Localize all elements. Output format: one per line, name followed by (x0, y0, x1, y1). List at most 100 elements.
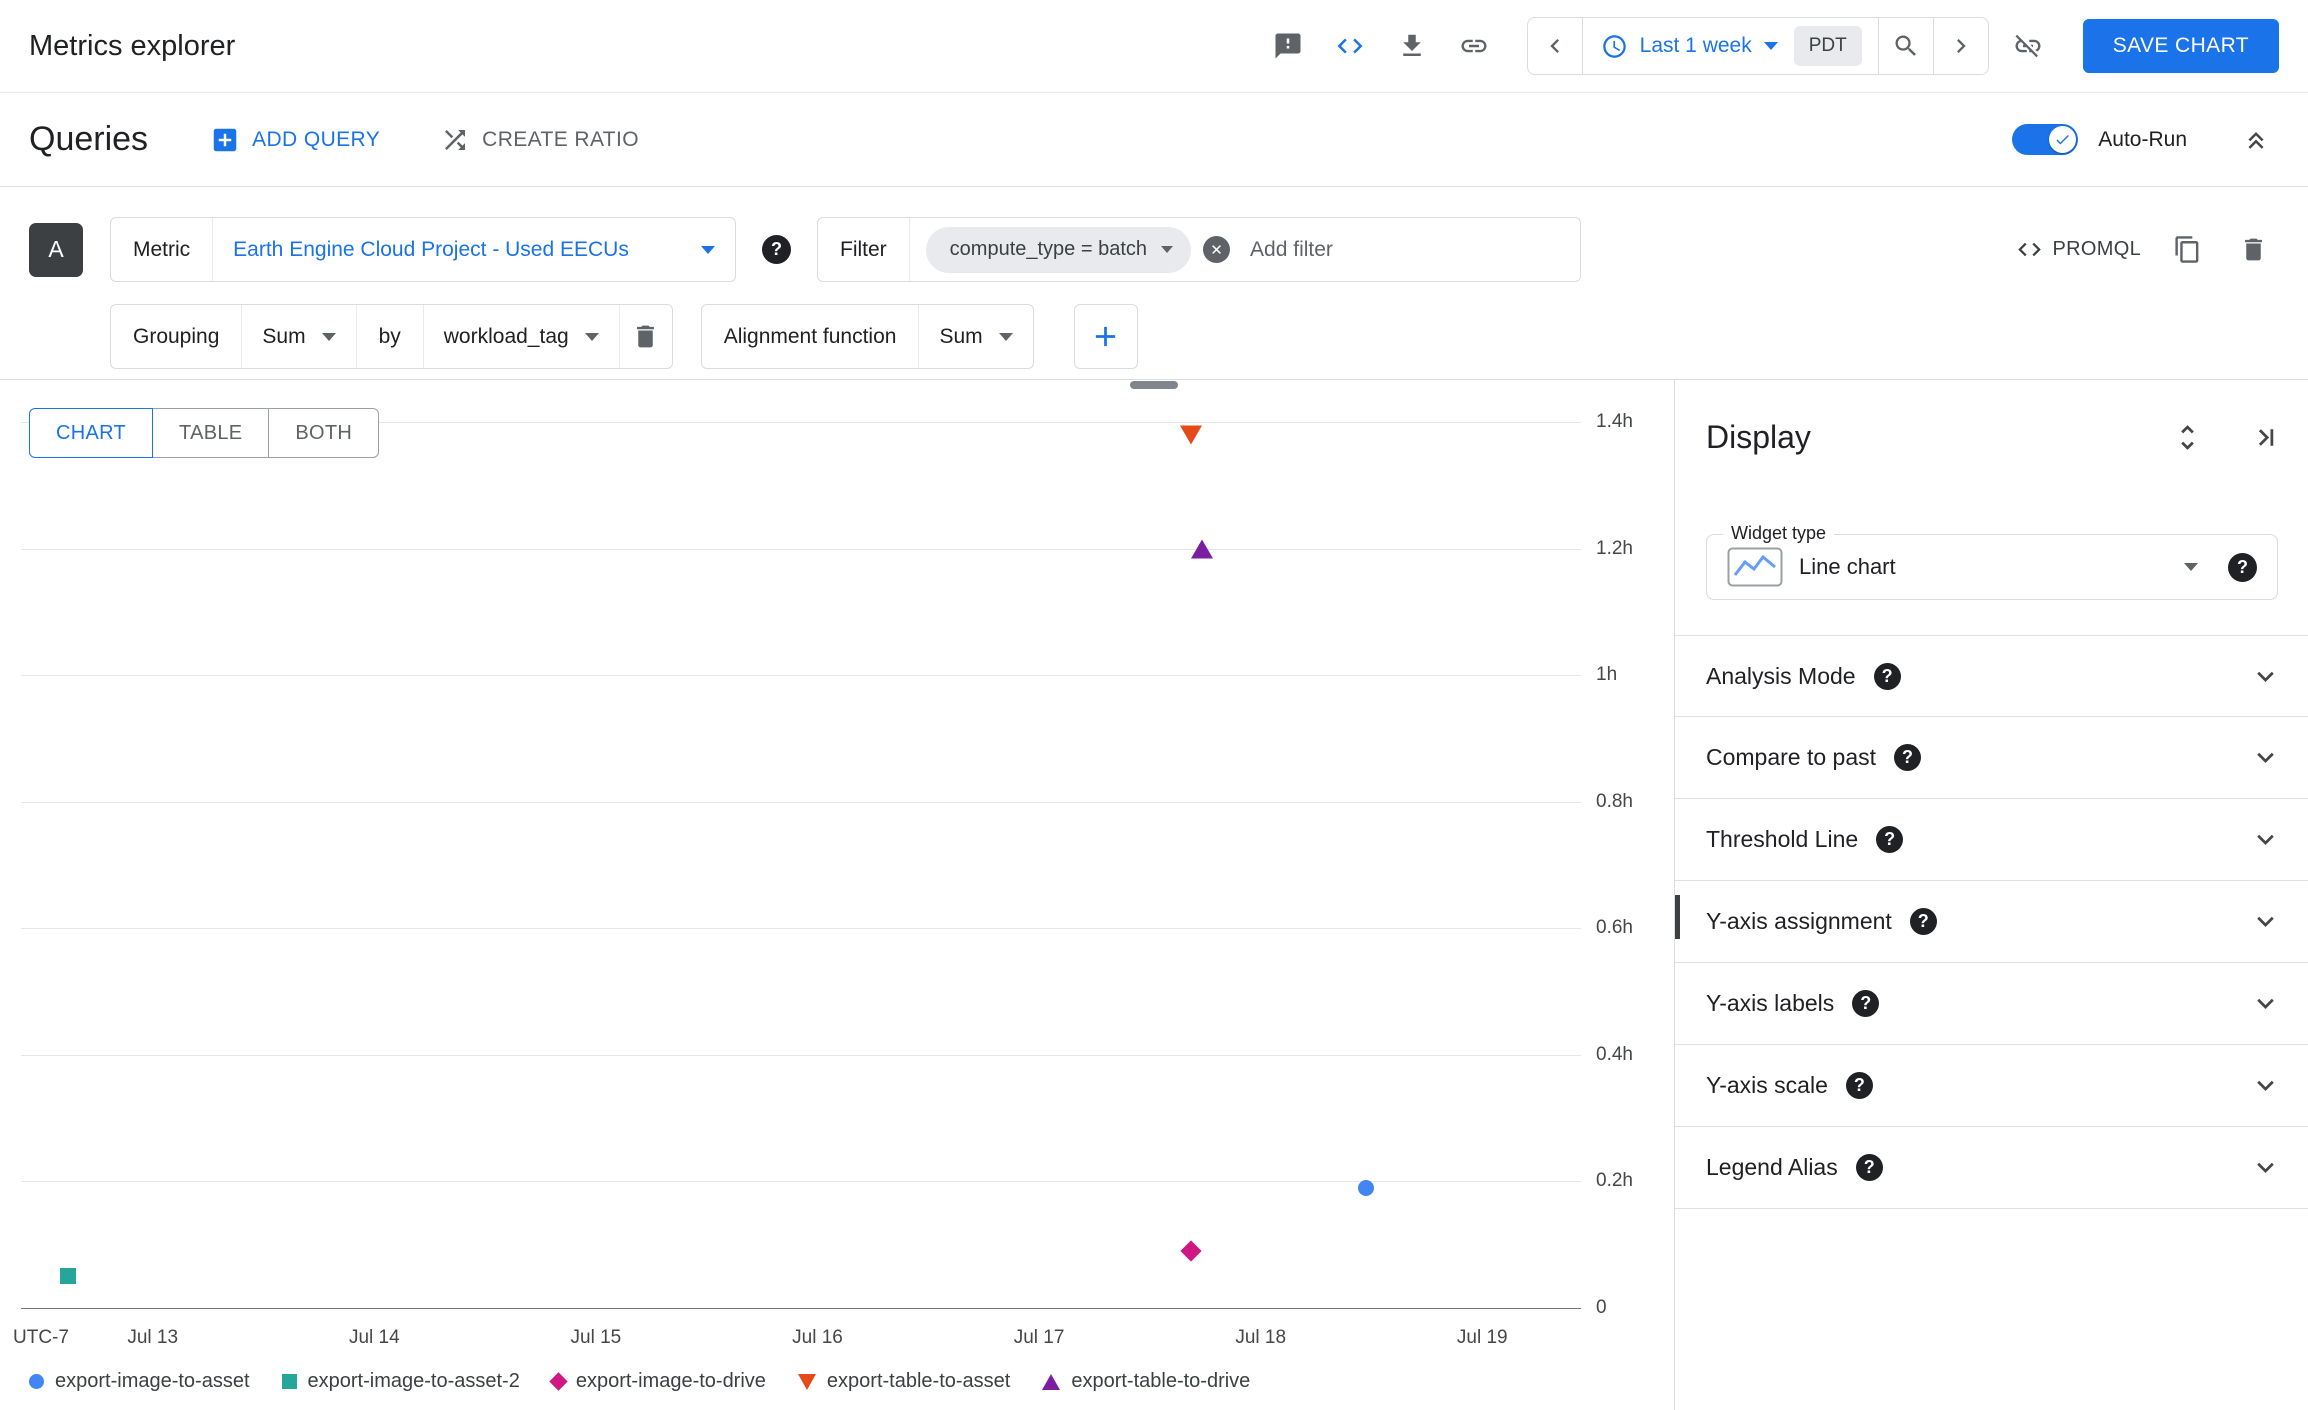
legend-item-export-image-to-asset-2[interactable]: export-image-to-asset-2 (281, 1370, 520, 1393)
code-icon[interactable] (1327, 23, 1373, 69)
gridline (21, 548, 1581, 550)
chevron-down-icon[interactable] (2249, 823, 2282, 856)
widget-type-select[interactable]: Widget type Line chart (1706, 523, 2278, 600)
download-icon[interactable] (1389, 23, 1435, 69)
help-icon[interactable] (1894, 744, 1922, 771)
x-axis-labels: UTC-7 Jul 13 Jul 14 Jul 15 Jul 16 Jul 17 Jul 1… (13, 1327, 1581, 1355)
add-filter-input[interactable] (1230, 237, 1580, 262)
time-range-selector[interactable]: Last 1 week (1583, 18, 1788, 74)
metric-select[interactable]: Earth Engine Cloud Project - Used EECUs (213, 218, 735, 281)
data-point-export-table-to-drive (1191, 539, 1214, 559)
legend-item-export-image-to-drive[interactable]: export-image-to-drive (549, 1370, 766, 1393)
display-section-compare-to-past[interactable]: Compare to past (1675, 717, 2308, 799)
help-icon[interactable] (1876, 826, 1904, 853)
help-icon[interactable] (1909, 908, 1937, 935)
add-query-button[interactable]: ADD QUERY (204, 124, 386, 156)
chevron-down-icon[interactable] (2249, 1151, 2282, 1184)
x-axis-tick-label: Jul 17 (1013, 1327, 1065, 1348)
feedback-icon[interactable] (1265, 23, 1311, 69)
display-sections: Analysis Mode Compare to past Threshold Li… (1675, 635, 2308, 1209)
remove-filter-icon[interactable] (1203, 236, 1231, 263)
by-label: by (378, 324, 401, 348)
display-section-y-axis-assignment[interactable]: Y-axis assignment (1675, 881, 2308, 963)
legend-item-export-image-to-asset[interactable]: export-image-to-asset (29, 1370, 250, 1393)
auto-run-label: Auto-Run (2098, 127, 2187, 151)
grouping-label: Grouping (133, 324, 220, 348)
link-off-icon[interactable] (2005, 23, 2051, 69)
panel-scrollbar[interactable] (1675, 895, 1680, 939)
y-axis-tick-label: 0.6h (1596, 917, 1633, 939)
display-section-y-axis-labels[interactable]: Y-axis labels (1675, 963, 2308, 1045)
save-chart-button[interactable]: SAVE CHART (2082, 19, 2279, 73)
help-icon[interactable] (1873, 662, 1901, 690)
timezone-label: UTC-7 (13, 1327, 69, 1348)
chevron-down-icon (1763, 42, 1778, 50)
alignment-label: Alignment function (723, 324, 897, 348)
chevron-down-icon[interactable] (2249, 905, 2282, 938)
timezone-badge: PDT (1793, 26, 1862, 66)
plus-icon (1096, 326, 1116, 347)
query-badge: A (29, 222, 83, 277)
triangle-up-marker-icon (1042, 1373, 1061, 1390)
section-label: Legend Alias (1706, 1154, 1838, 1180)
legend-item-export-table-to-asset[interactable]: export-table-to-asset (797, 1370, 1011, 1393)
collapse-panel-icon[interactable] (2236, 414, 2282, 460)
display-section-legend-alias[interactable]: Legend Alias (1675, 1127, 2308, 1209)
help-icon[interactable] (1852, 990, 1880, 1017)
toggle-thumb (2049, 126, 2077, 153)
collapse-queries-icon[interactable] (2233, 117, 2279, 163)
help-icon[interactable] (762, 235, 791, 264)
triangle-down-marker-icon (797, 1373, 816, 1390)
magnifier-icon[interactable] (1879, 18, 1933, 74)
tab-table[interactable]: TABLE (152, 408, 270, 458)
filter-chip[interactable]: compute_type = batch (925, 226, 1192, 273)
legend-label: export-table-to-drive (1071, 1370, 1251, 1392)
queries-bar-right: Auto-Run (2012, 117, 2279, 163)
duplicate-query-icon[interactable] (2161, 224, 2213, 276)
data-point-export-image-to-asset (1358, 1179, 1375, 1196)
legend-label: export-table-to-asset (826, 1370, 1011, 1392)
chevron-down-icon[interactable] (2249, 660, 2282, 693)
create-ratio-button[interactable]: CREATE RATIO (434, 124, 645, 156)
legend-label: export-image-to-asset (55, 1370, 250, 1392)
top-bar: Metrics explorer Last 1 week PDT SAVE CH… (0, 0, 2308, 93)
time-previous-button[interactable] (1528, 18, 1582, 74)
gridline (21, 675, 1581, 677)
group-by-select[interactable]: workload_tag (424, 305, 619, 368)
y-axis-labels: 1.4h 1.2h 1h 0.8h 0.6h 0.4h 0.2h 0 (1596, 411, 1670, 1318)
gridline (21, 1181, 1581, 1183)
chevron-down-icon[interactable] (2249, 1069, 2282, 1102)
chevron-down-icon[interactable] (2249, 741, 2282, 774)
display-section-y-axis-scale[interactable]: Y-axis scale (1675, 1045, 2308, 1127)
link-icon[interactable] (1451, 23, 1497, 69)
add-processing-step-button[interactable] (1073, 304, 1138, 369)
display-section-threshold-line[interactable]: Threshold Line (1675, 799, 2308, 881)
display-section-analysis-mode[interactable]: Analysis Mode (1675, 635, 2308, 717)
remove-grouping-icon[interactable] (620, 311, 672, 363)
promql-button[interactable]: PROMQL (2010, 235, 2147, 264)
grouping-select[interactable]: Sum (242, 305, 355, 368)
chevron-down-icon (1161, 246, 1174, 253)
section-label: Y-axis assignment (1706, 908, 1892, 934)
x-axis-tick-label: Jul 16 (792, 1327, 843, 1348)
help-icon[interactable] (1845, 1072, 1873, 1099)
y-axis-tick-label: 0.4h (1596, 1043, 1633, 1065)
help-icon[interactable] (2228, 552, 2257, 582)
top-toolbar: Last 1 week PDT SAVE CHART (1265, 17, 2279, 75)
delete-query-icon[interactable] (2227, 224, 2279, 276)
create-ratio-label: CREATE RATIO (482, 127, 640, 151)
resize-drag-handle[interactable] (1130, 381, 1178, 389)
time-next-button[interactable] (1934, 18, 1988, 74)
data-point-export-image-to-drive (1180, 1240, 1202, 1262)
tab-chart[interactable]: CHART (29, 408, 154, 458)
alignment-select[interactable]: Sum (919, 305, 1032, 368)
promql-label: PROMQL (2052, 238, 2141, 260)
legend-item-export-table-to-drive[interactable]: export-table-to-drive (1042, 1370, 1250, 1393)
auto-run-toggle[interactable] (2012, 124, 2079, 155)
chevron-down-icon[interactable] (2249, 987, 2282, 1020)
ratio-merge-icon (445, 129, 466, 150)
data-point-export-table-to-asset (1180, 425, 1202, 445)
tab-both[interactable]: BOTH (268, 408, 380, 458)
unfold-more-icon[interactable] (2164, 414, 2210, 460)
help-icon[interactable] (1855, 1154, 1883, 1181)
